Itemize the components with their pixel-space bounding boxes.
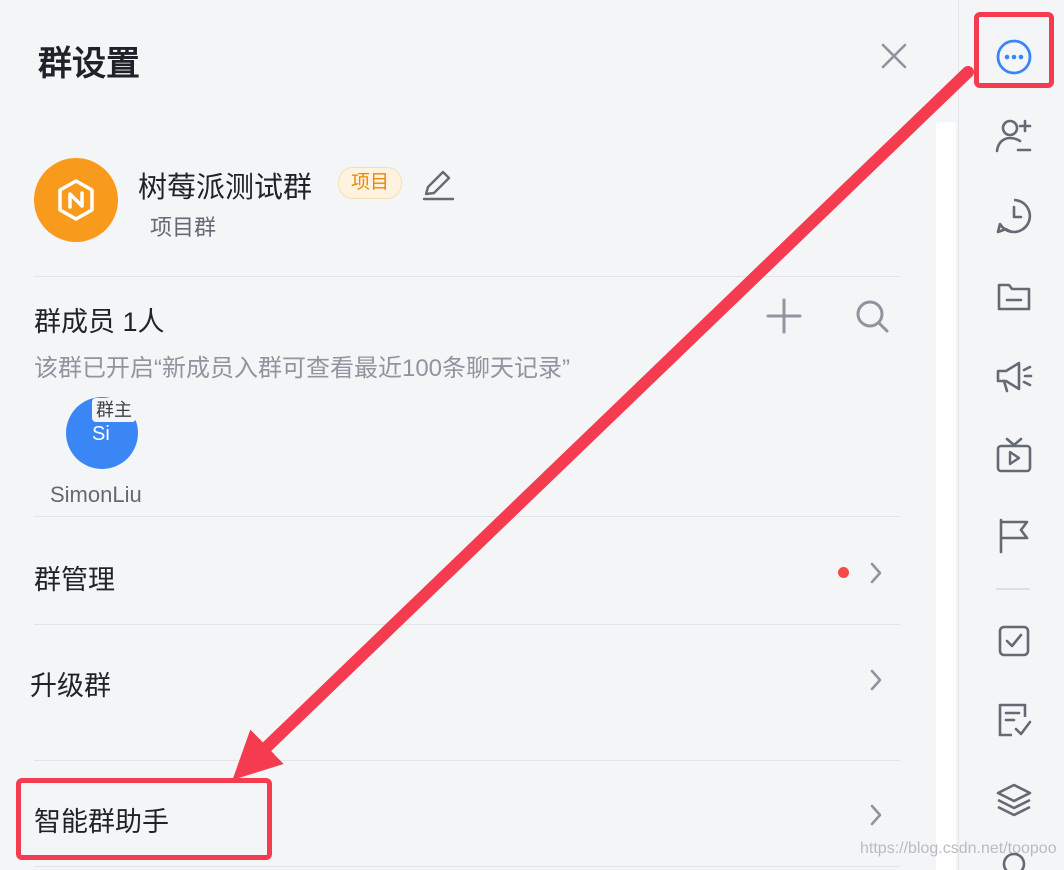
notification-dot	[838, 567, 849, 578]
more-button[interactable]	[994, 37, 1034, 77]
close-icon	[881, 43, 907, 69]
divider	[34, 516, 900, 517]
note-icon	[998, 703, 1032, 737]
group-management-row[interactable]: 群管理	[0, 524, 930, 624]
edit-name-button[interactable]	[420, 166, 456, 202]
chevron-right-icon	[870, 669, 882, 691]
divider	[34, 866, 900, 867]
history-icon	[996, 198, 1032, 234]
upgrade-group-row[interactable]: 升级群	[0, 630, 930, 730]
member-initials: Si	[92, 423, 110, 445]
page-title: 群设置	[38, 45, 140, 83]
divider	[34, 760, 900, 761]
task-icon	[998, 625, 1030, 657]
search-icon	[856, 300, 889, 333]
member-name: SimonLiu	[50, 482, 142, 507]
row-label: 升级群	[30, 671, 111, 701]
search-member-button[interactable]	[852, 296, 892, 336]
edit-icon	[422, 170, 455, 201]
group-logo-icon	[58, 179, 94, 221]
row-label: 群管理	[34, 565, 115, 595]
flag-icon	[999, 518, 1029, 554]
group-avatar[interactable]	[34, 158, 118, 242]
approval-button[interactable]	[994, 700, 1034, 740]
flag-button[interactable]	[994, 516, 1034, 556]
task-button[interactable]	[994, 621, 1034, 661]
scrollbar[interactable]	[936, 122, 956, 870]
owner-tag: 群主	[92, 398, 136, 422]
history-button[interactable]	[994, 196, 1034, 236]
files-button[interactable]	[994, 276, 1034, 316]
live-icon	[996, 437, 1032, 473]
announcement-button[interactable]	[994, 356, 1034, 396]
divider	[34, 624, 900, 625]
members-title: 群成员 1人	[34, 307, 165, 337]
members-hint: 该群已开启“新成员入群可查看最近100条聊天记录”	[34, 355, 571, 382]
chevron-right-icon	[870, 562, 882, 584]
more-icon	[996, 39, 1032, 75]
add-member-toolbar-button[interactable]	[994, 116, 1034, 156]
smart-assistant-row[interactable]: 智能群助手	[0, 766, 930, 866]
live-button[interactable]	[994, 436, 1034, 476]
folder-icon	[997, 283, 1031, 311]
layers-button[interactable]	[994, 780, 1034, 820]
add-member-button[interactable]	[764, 296, 804, 336]
group-type-badge: 项目	[338, 167, 403, 199]
layers-icon	[996, 783, 1032, 817]
add-user-icon	[995, 119, 1032, 153]
toolbar-divider	[996, 588, 1030, 590]
group-subtitle: 项目群	[150, 215, 217, 240]
group-name: 树莓派测试群	[138, 172, 313, 204]
group-settings-panel: 群设置 树莓派测试群 项目 项目群 群成员 1人 该群已开启“新成员入群可查看最…	[0, 0, 958, 870]
close-button[interactable]	[876, 38, 912, 74]
watermark: https://blog.csdn.net/toopoo	[860, 840, 1057, 857]
row-label: 智能群助手	[34, 807, 169, 837]
plus-icon	[766, 298, 802, 334]
divider	[34, 276, 900, 277]
chevron-right-icon	[870, 804, 882, 826]
announcement-icon	[996, 361, 1033, 393]
